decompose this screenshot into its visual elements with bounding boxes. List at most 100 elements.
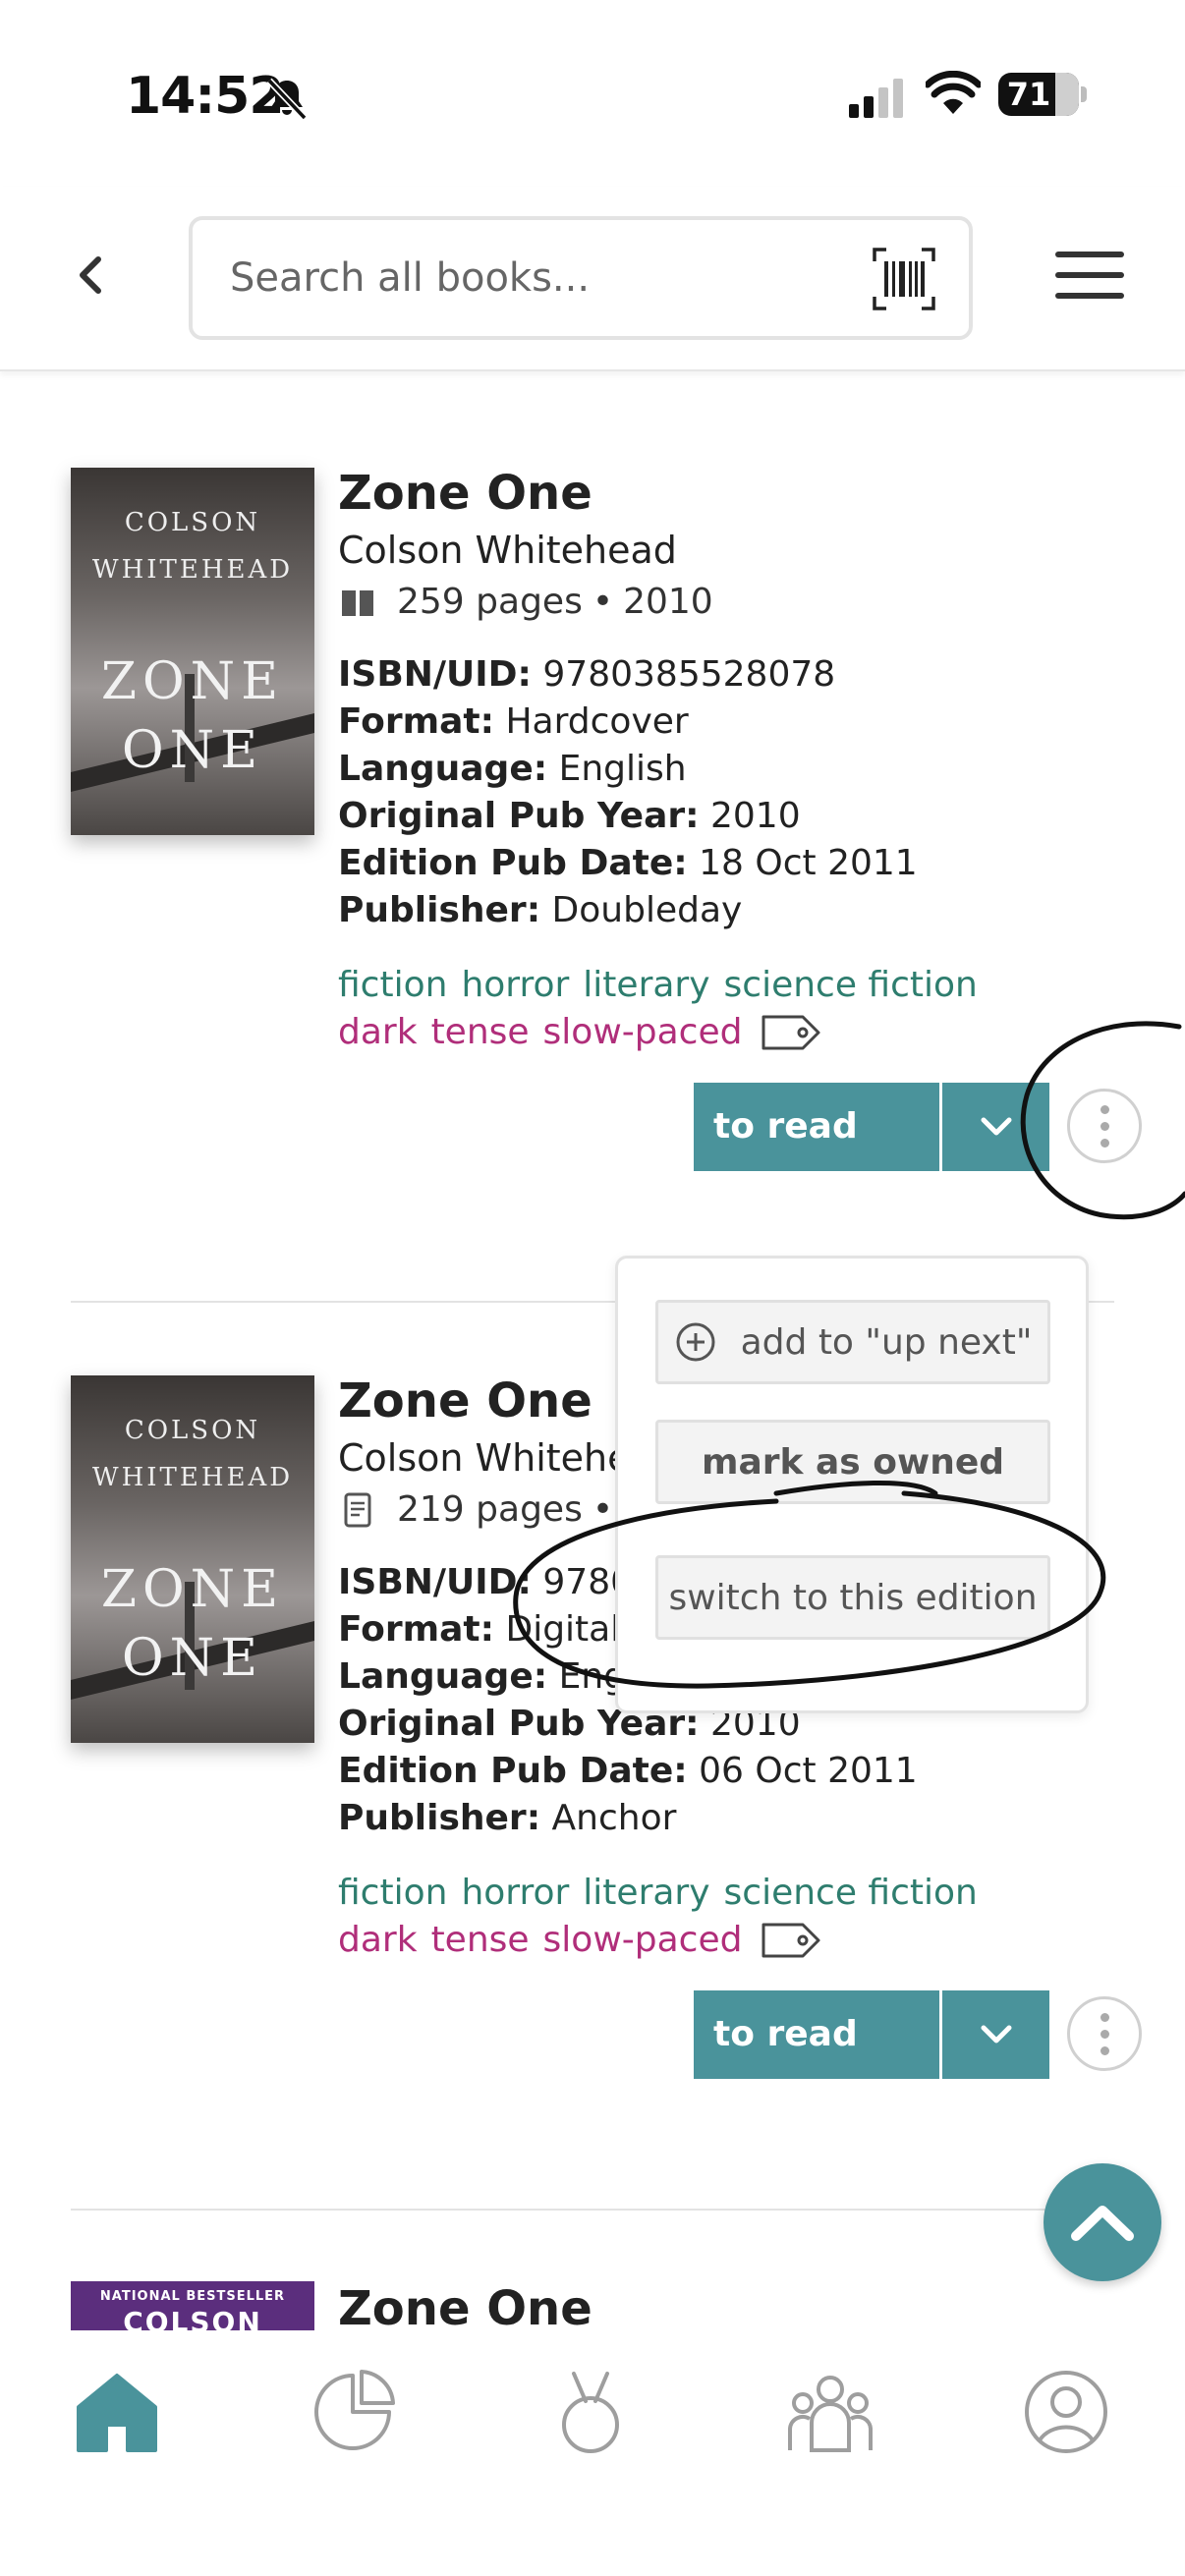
chevron-down-icon[interactable]: [942, 1083, 1049, 1171]
genre-tag[interactable]: literary: [583, 965, 709, 1005]
search-input[interactable]: [230, 244, 839, 312]
detail-format: Format: Digital: [338, 1609, 621, 1650]
nav-home[interactable]: [73, 2368, 161, 2456]
mood-tags: dark tense slow-paced: [338, 1012, 822, 1052]
book-cover[interactable]: NATIONAL BESTSELLER COLSON: [71, 2281, 314, 2330]
book-author[interactable]: Colson Whitehead: [338, 529, 677, 572]
svg-text:COLSON: COLSON: [125, 1416, 260, 1445]
divider: [71, 2209, 1114, 2211]
reading-status-label[interactable]: to read: [694, 1083, 939, 1171]
cover-author-text: COLSON: [123, 2306, 262, 2330]
status-time: 14:52: [126, 67, 285, 126]
detail-publisher: Publisher: Doubleday: [338, 890, 743, 930]
svg-text:WHITEHEAD: WHITEHEAD: [92, 555, 293, 585]
switch-to-this-edition-button[interactable]: switch to this edition: [655, 1555, 1050, 1640]
wifi-icon: [926, 71, 981, 114]
search-box[interactable]: [189, 216, 973, 340]
mark-as-owned-label[interactable]: mark as owned: [702, 1442, 1004, 1483]
detail-isbn: ISBN/UID: 9780385528078: [338, 654, 836, 695]
detail-language: Language: Engl: [338, 1656, 637, 1697]
cellular-signal-icon: [849, 79, 903, 118]
genre-tag[interactable]: fiction: [338, 965, 447, 1005]
more-options-button[interactable]: [1067, 1996, 1142, 2071]
reading-status-label[interactable]: to read: [694, 1990, 939, 2079]
add-to-up-next-label[interactable]: add to "up next": [741, 1322, 1033, 1363]
battery-level: 71: [1006, 76, 1051, 113]
battery-tip: [1081, 86, 1087, 102]
plus-circle-icon: [676, 1322, 715, 1362]
genre-tags: fiction horror literary science fiction: [338, 1873, 991, 1913]
more-options-button[interactable]: [1067, 1089, 1142, 1163]
detail-language: Language: English: [338, 749, 687, 789]
genre-tags: fiction horror literary science fiction: [338, 965, 991, 1005]
chevron-up-icon: [1071, 2206, 1134, 2241]
page-count: 219 pages: [397, 1489, 583, 1530]
mark-as-owned-button[interactable]: mark as owned: [655, 1420, 1050, 1504]
genre-tag[interactable]: horror: [461, 1873, 569, 1913]
switch-to-this-edition-label[interactable]: switch to this edition: [668, 1578, 1037, 1618]
open-book-icon: [342, 589, 373, 616]
genre-tag[interactable]: science fiction: [724, 1873, 978, 1913]
chevron-down-icon[interactable]: [942, 1990, 1049, 2079]
cover-banner-text: NATIONAL BESTSELLER: [99, 2289, 286, 2304]
svg-text:ONE: ONE: [122, 721, 263, 780]
stats-pie-icon: [314, 2370, 395, 2450]
detail-publisher: Publisher: Anchor: [338, 1798, 677, 1838]
nav-challenges[interactable]: [546, 2368, 635, 2456]
genre-tag[interactable]: fiction: [338, 1873, 447, 1913]
tag-icon[interactable]: [760, 1013, 822, 1052]
profile-icon: [1025, 2371, 1107, 2453]
tag-icon[interactable]: [760, 1921, 822, 1960]
detail-original-pub-year: Original Pub Year: 2010: [338, 796, 801, 836]
book-pages-year: 219 pages • 2: [338, 1489, 646, 1530]
bell-off-icon: [266, 78, 308, 121]
mood-tag[interactable]: dark: [338, 1012, 418, 1052]
app-header: [0, 187, 1185, 371]
mood-tag[interactable]: tense: [431, 1012, 530, 1052]
book-cover[interactable]: COLSON WHITEHEAD ZONE ONE: [71, 1375, 314, 1743]
book-title[interactable]: Zone One: [338, 466, 592, 521]
detail-format: Format: Hardcover: [338, 701, 689, 742]
scroll-to-top-button[interactable]: [1044, 2163, 1161, 2281]
mood-tag[interactable]: tense: [431, 1920, 530, 1960]
community-icon: [788, 2376, 873, 2452]
home-icon: [77, 2374, 157, 2452]
genre-tag[interactable]: science fiction: [724, 965, 978, 1005]
svg-text:ZONE: ZONE: [101, 1560, 284, 1619]
detail-edition-pub-date: Edition Pub Date: 06 Oct 2011: [338, 1751, 918, 1791]
book-title[interactable]: Zone One: [338, 2281, 592, 2336]
mood-tag[interactable]: slow-paced: [543, 1920, 743, 1960]
barcode-scan-icon[interactable]: [871, 246, 937, 312]
mood-tags: dark tense slow-paced: [338, 1920, 822, 1960]
genre-tag[interactable]: literary: [583, 1873, 709, 1913]
cover-author-text: COLSON: [125, 508, 260, 537]
hamburger-menu-icon[interactable]: [1053, 246, 1126, 305]
mood-tag[interactable]: slow-paced: [543, 1012, 743, 1052]
genre-tag[interactable]: horror: [461, 965, 569, 1005]
nav-profile[interactable]: [1022, 2368, 1110, 2456]
battery-indicator: 71: [998, 73, 1079, 116]
reading-status-button[interactable]: to read: [694, 1990, 1049, 2079]
challenges-medal-icon: [562, 2372, 619, 2453]
detail-edition-pub-date: Edition Pub Date: 18 Oct 2011: [338, 843, 918, 883]
svg-text:WHITEHEAD: WHITEHEAD: [92, 1463, 293, 1492]
more-options-popup: add to "up next" mark as owned switch to…: [615, 1256, 1089, 1713]
book-author[interactable]: Colson Whitehe: [338, 1436, 631, 1480]
mood-tag[interactable]: dark: [338, 1920, 418, 1960]
svg-text:ZONE: ZONE: [101, 652, 284, 711]
publication-year: 2010: [623, 582, 713, 622]
page-count: 259 pages: [397, 582, 583, 622]
book-title[interactable]: Zone One: [338, 1373, 592, 1428]
ebook-icon: [344, 1492, 371, 1527]
detail-isbn: ISBN/UID: 97803: [338, 1562, 655, 1602]
book-pages-year: 259 pages • 2010: [338, 582, 713, 622]
svg-text:ONE: ONE: [122, 1629, 263, 1688]
reading-status-button[interactable]: to read: [694, 1083, 1049, 1171]
back-arrow-icon[interactable]: [61, 246, 120, 305]
status-bar: 14:52 71: [0, 0, 1185, 187]
nav-community[interactable]: [786, 2368, 875, 2456]
bottom-navigation: [0, 2330, 1185, 2576]
nav-stats[interactable]: [309, 2368, 397, 2456]
book-cover[interactable]: COLSON WHITEHEAD ZONE ONE: [71, 468, 314, 835]
add-to-up-next-button[interactable]: add to "up next": [655, 1300, 1050, 1384]
